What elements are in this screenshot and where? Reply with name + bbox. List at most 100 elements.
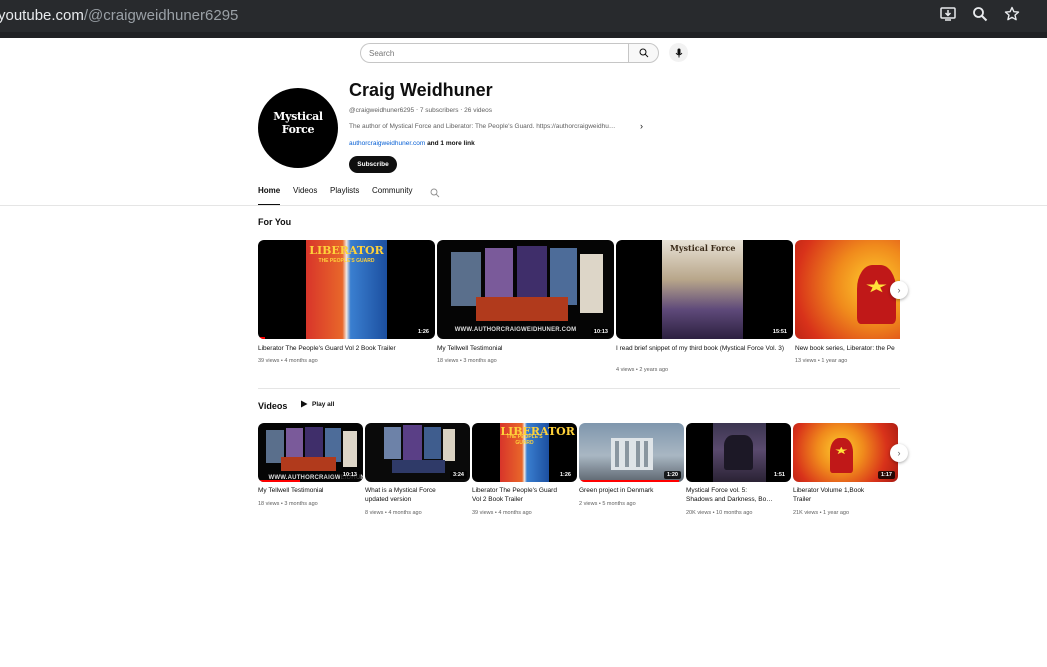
address-bar[interactable]: youtube.com/@craigweidhuner6295 [0,0,1047,32]
install-app-icon[interactable] [938,6,958,26]
microphone-icon [675,48,682,57]
video-meta: 8 views • 4 months ago [365,510,422,516]
watch-progress [258,337,266,339]
video-card[interactable]: LIBERATOR THE PEOPLE'S GUARD 1:26 Liberator… [472,423,577,523]
video-card[interactable]: WWW.AUTHORCRAIGWEIDHUNER.COM10:13 My Tell… [258,423,363,523]
video-title-line1: Mystical Force vol. 5: [686,487,748,494]
video-title[interactable]: Mystical Force vol. 5: Shadows and Darkne… [686,486,791,504]
video-card[interactable]: Mystical Force 15:51 I read brief snippe… [616,240,793,380]
video-title-line1: My Tellwell Testimonial [258,487,324,494]
videos-shelf: WWW.AUTHORCRAIGWEIDHUNER.COM10:13 My Tell… [258,423,900,523]
video-card[interactable]: 3:24 What is a Mystical Force updated vers… [365,423,470,523]
chevron-right-icon: › [897,285,901,295]
url-path: /@craigweidhuner6295 [83,7,239,24]
video-title[interactable]: Green project in Denmark [579,486,684,495]
more-links[interactable]: and 1 more link [427,140,475,147]
thumbnail-caption: LIBERATOR [309,243,384,257]
video-card[interactable]: 1:17 Liberator Volume 1,Book Trailer 21K vi… [793,423,898,523]
thumbnail-subcaption: THE PEOPLE'S GUARD [506,433,543,446]
video-title[interactable]: What is a Mystical Force updated version [365,486,470,504]
video-meta: 39 views • 4 months ago [258,358,318,364]
video-duration: 15:51 [769,328,790,336]
video-card[interactable]: New book series, Liberator: the Pe 13 vi… [795,240,900,380]
thumbnail-art: Mystical Force [616,240,793,339]
tab-home[interactable]: Home [258,186,281,206]
search-box [360,43,660,63]
video-thumbnail[interactable]: LIBERATOR THE PEOPLE'S GUARD 1:26 [258,240,435,339]
video-duration: 10:13 [590,328,611,336]
play-all-button[interactable]: Play all [300,400,334,408]
channel-description[interactable]: The author of Mystical Force and Liberat… [349,123,615,130]
video-thumbnail[interactable]: WWW.AUTHORCRAIGWEIDHUNER.COM10:13 [258,423,363,482]
video-title[interactable]: My Tellwell Testimonial [437,344,612,353]
video-title-line2: Shadows and Darkness, Bo… [686,496,773,503]
video-meta: 21K views • 1 year ago [793,510,850,516]
for-you-shelf: LIBERATOR THE PEOPLE'S GUARD 1:26 Liberat… [258,240,900,380]
video-duration: 1:26 [414,328,432,336]
video-count: 26 videos [464,107,492,114]
play-all-label: Play all [312,400,335,408]
video-card[interactable]: WWW.AUTHORCRAIGWEIDHUNER.COM 10:13 My Te… [437,240,614,380]
tab-playlists[interactable]: Playlists [330,186,359,206]
channel-links: authorcraigweidhuner.com and 1 more link [349,140,475,147]
chevron-right-icon: › [897,448,901,458]
tab-community[interactable]: Community [372,186,412,206]
video-title[interactable]: Liberator The People's Guard Vol 2 Book … [258,344,433,353]
shelf-next-button[interactable]: › [890,444,908,462]
video-thumbnail[interactable]: WWW.AUTHORCRAIGWEIDHUNER.COM 10:13 [437,240,614,339]
subscribe-button[interactable]: Subscribe [349,156,397,173]
video-duration: 1:17 [877,471,895,479]
search-button[interactable] [628,43,659,63]
video-title-line2: Vol 2 Book Trailer [472,496,523,503]
video-duration: 1:26 [556,471,574,479]
video-title-line1: Green project in Denmark [579,487,654,494]
video-duration: 10:13 [339,471,360,479]
thumbnail-art: LIBERATOR THE PEOPLE'S GUARD [258,240,435,339]
video-thumbnail[interactable]: 1:20 [579,423,684,482]
video-title[interactable]: Liberator The People's Guard Vol 2 Book T… [472,486,577,504]
search-input[interactable] [360,43,628,63]
thumbnail-subcaption: THE PEOPLE'S GUARD [318,257,375,264]
channel-stats: @craigweidhuner6295 ‧ 7 subscribers ‧ 26… [349,107,492,114]
avatar-text-line2: Force [281,123,315,136]
video-thumbnail[interactable]: 3:24 [365,423,470,482]
search-icon [639,48,648,58]
video-title[interactable]: I read brief snippet of my third book (M… [616,344,786,353]
thumbnail-caption: WWW.AUTHORCRAIGWEIDHUNER.COM [454,327,577,334]
video-card[interactable]: 1:51 Mystical Force vol. 5: Shadows and Da… [686,423,791,523]
video-title[interactable]: New book series, Liberator: the Pe [795,344,900,353]
watch-progress [258,480,300,482]
subscriber-count: 7 subscribers [419,107,459,114]
video-title[interactable]: My Tellwell Testimonial [258,486,363,495]
video-thumbnail[interactable] [795,240,900,339]
video-meta: 20K views • 10 months ago [686,510,753,516]
channel-avatar[interactable]: Mystical Force [258,88,338,168]
video-meta: 2 views • 5 months ago [579,501,636,507]
video-card[interactable]: 1:20 Green project in Denmark 2 views • 5 … [579,423,684,523]
video-meta: 4 views • 2 years ago [616,367,669,373]
channel-name: Craig Weidhuner [349,80,493,100]
video-meta: 39 views • 4 months ago [472,510,532,516]
bookmark-star-icon[interactable] [1002,6,1022,26]
video-thumbnail[interactable]: Mystical Force 15:51 [616,240,793,339]
video-thumbnail[interactable]: LIBERATOR THE PEOPLE'S GUARD 1:26 [472,423,577,482]
zoom-icon[interactable] [970,6,990,26]
video-title-line1: What is a Mystical Force [365,487,436,494]
video-thumbnail[interactable]: 1:17 [793,423,898,482]
video-title-line1: Liberator The People's Guard [472,487,557,494]
channel-website-link[interactable]: authorcraigweidhuner.com [349,140,425,147]
tab-videos[interactable]: Videos [293,186,317,206]
thumbnail-art [795,240,900,339]
tabs-divider [0,205,1047,206]
chevron-right-icon[interactable]: › [640,121,643,131]
shelf-next-button[interactable]: › [890,281,908,299]
video-card[interactable]: LIBERATOR THE PEOPLE'S GUARD 1:26 Liberat… [258,240,435,380]
voice-search-button[interactable] [669,43,688,62]
video-thumbnail[interactable]: 1:51 [686,423,791,482]
thumbnail-art: WWW.AUTHORCRAIGWEIDHUNER.COM [437,240,614,339]
address-text: youtube.com/@craigweidhuner6295 [0,7,238,24]
video-meta: 18 views • 3 months ago [258,501,318,507]
video-title[interactable]: Liberator Volume 1,Book Trailer [793,486,898,504]
video-title-line1: Liberator Volume 1,Book [793,487,865,494]
video-title-line2: updated version [365,496,412,503]
